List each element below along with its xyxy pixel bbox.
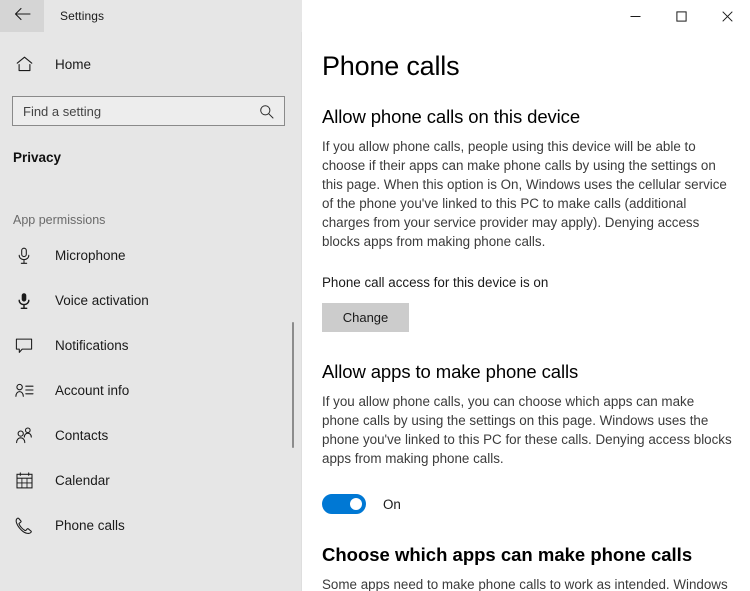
calendar-icon [13,472,35,489]
home-icon [13,56,35,72]
title-bar-left: Settings [0,0,302,32]
search-input[interactable] [23,98,256,124]
sidebar-category-title: Privacy [13,150,62,165]
page-title: Phone calls [322,51,460,81]
apps-phone-calls-toggle-row: On [322,494,750,514]
sidebar-item-contacts[interactable]: Contacts [0,413,302,458]
navigation-sidebar: Home Privacy App permissions [0,32,302,591]
search-container [12,96,290,126]
title-bar: Settings [0,0,750,32]
search-box[interactable] [12,96,285,126]
window-body: Home Privacy App permissions [0,32,750,591]
main-content: Phone calls Allow phone calls on this de… [302,32,750,591]
microphone-icon [13,247,35,265]
maximize-button[interactable] [658,0,704,32]
sidebar-item-label: Microphone [55,248,126,263]
toggle-state-label: On [383,496,401,512]
section-heading-allow-device: Allow phone calls on this device [322,106,581,127]
sidebar-item-calendar[interactable]: Calendar [0,458,302,503]
section-description-allow-device: If you allow phone calls, people using t… [322,139,727,249]
section-heading-choose-apps: Choose which apps can make phone calls [322,544,693,565]
section-heading-allow-apps: Allow apps to make phone calls [322,361,579,382]
sidebar-scrollbar[interactable] [290,32,296,591]
section-description-allow-apps: If you allow phone calls, you can choose… [322,394,732,466]
back-arrow-icon [14,7,31,26]
sidebar-item-notifications[interactable]: Notifications [0,323,302,368]
section-description-choose-apps: Some apps need to make phone calls to wo… [322,577,728,591]
minimize-button[interactable] [612,0,658,32]
sidebar-scrollbar-thumb[interactable] [292,322,294,448]
sidebar-item-phone-calls[interactable]: Phone calls [0,503,302,548]
sidebar-item-home[interactable]: Home [0,44,302,84]
notifications-icon [13,337,35,354]
close-button[interactable] [704,0,750,32]
search-icon[interactable] [256,99,276,123]
change-button[interactable]: Change [322,303,409,332]
device-access-status: Phone call access for this device is on [322,275,549,290]
sidebar-nav-list: Microphone Voice activation Notification… [0,233,302,548]
window-caption-buttons [302,0,750,32]
sidebar-item-account-info[interactable]: Account info [0,368,302,413]
sidebar-item-voice-activation[interactable]: Voice activation [0,278,302,323]
sidebar-item-label: Calendar [55,473,110,488]
voice-activation-icon [13,292,35,310]
sidebar-item-label: Notifications [55,338,129,353]
settings-window: Settings Home Find a setting Privacy App… [0,0,750,591]
account-info-icon [13,383,35,398]
sidebar-home-label: Home [55,56,92,72]
apps-phone-calls-toggle[interactable] [322,494,366,514]
sidebar-item-label: Account info [55,383,130,398]
app-title: Settings [60,9,105,23]
back-button[interactable] [0,0,44,32]
phone-calls-icon [13,517,35,535]
contacts-icon [13,427,35,444]
sidebar-item-microphone[interactable]: Microphone [0,233,302,278]
sidebar-item-label: Phone calls [55,518,125,533]
sidebar-item-label: Contacts [55,428,109,443]
sidebar-group-label: App permissions [13,213,106,227]
sidebar-item-label: Voice activation [55,293,149,308]
toggle-knob [350,498,362,510]
